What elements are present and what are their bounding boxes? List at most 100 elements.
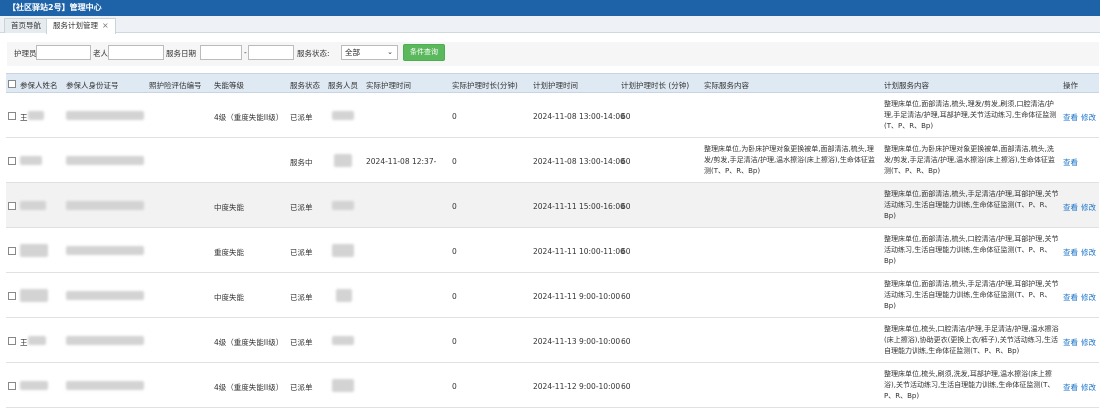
- tab-bar: 首页导航 服务计划管理 ×: [0, 16, 1100, 34]
- plan-time: 2024-11-13 9:00-10:00: [533, 337, 621, 346]
- redacted-id: [66, 246, 144, 255]
- redacted-staff: [334, 154, 352, 167]
- row-checkbox[interactable]: [8, 247, 16, 255]
- col-insured-name: 参保人姓名: [20, 81, 58, 90]
- table-row: 王 4级（重度失能II级） 已派单 0 2024-11-13 9:00-10:0…: [6, 318, 1099, 363]
- redacted-id: [66, 381, 144, 390]
- view-link[interactable]: 查看: [1063, 202, 1078, 213]
- redacted-id: [66, 111, 144, 120]
- edit-link[interactable]: 修改: [1081, 202, 1096, 213]
- disability-level: 中度失能: [214, 203, 244, 212]
- actual-duration: 0: [452, 202, 457, 211]
- col-service-status: 服务状态: [290, 81, 320, 90]
- service-status: 已派单: [290, 113, 313, 122]
- col-service-staff: 服务人员: [328, 81, 358, 90]
- service-status: 已派单: [290, 383, 313, 392]
- redacted-name: [20, 244, 48, 257]
- filter-bar: 护理员 老人 服务日期 - 服务状态: 全部 ⌄ 条件查询: [7, 42, 1099, 66]
- redacted-staff: [332, 336, 354, 345]
- plan-duration: 60: [621, 157, 631, 166]
- tab-home-navigation[interactable]: 首页导航: [4, 18, 48, 33]
- redacted-name: [20, 289, 48, 302]
- table-row: 中度失能 已派单 0 2024-11-11 9:00-10:00 60 整理床单…: [6, 273, 1099, 318]
- edit-link[interactable]: 修改: [1081, 112, 1096, 123]
- nurse-label: 护理员: [14, 49, 37, 58]
- plan-duration: 60: [621, 202, 631, 211]
- plan-content: 整理床单位,梳头,刷须,洗发,耳部护理,温水擦浴(床上擦浴),关节活动练习,生活…: [884, 370, 1055, 400]
- date-range-separator: -: [244, 48, 247, 57]
- app-title-bar: 【社区驿站2号】管理中心: [0, 0, 1100, 16]
- status-select-value: 全部: [345, 48, 360, 57]
- actual-duration: 0: [452, 292, 457, 301]
- col-actual-time: 实际护理时间: [366, 81, 411, 90]
- service-status: 已派单: [290, 203, 313, 212]
- col-plan-duration: 计划护理时长 (分钟): [621, 81, 690, 90]
- row-checkbox[interactable]: [8, 337, 16, 345]
- actual-duration: 0: [452, 112, 457, 121]
- col-actual-content: 实际服务内容: [704, 81, 749, 90]
- table-row: 服务中 2024-11-08 12:37- 0 2024-11-08 13:00…: [6, 138, 1099, 183]
- tab-label: 首页导航: [11, 21, 41, 30]
- view-link[interactable]: 查看: [1063, 382, 1078, 393]
- actual-duration: 0: [452, 337, 457, 346]
- plan-duration: 60: [621, 382, 631, 391]
- view-link[interactable]: 查看: [1063, 247, 1078, 258]
- edit-link[interactable]: 修改: [1081, 382, 1096, 393]
- disability-level: 重度失能: [214, 248, 244, 257]
- actual-duration: 0: [452, 247, 457, 256]
- end-date-input[interactable]: [248, 45, 294, 60]
- plan-duration: 60: [621, 112, 631, 121]
- disability-level: 中度失能: [214, 293, 244, 302]
- plan-duration: 60: [621, 337, 631, 346]
- redacted-staff: [332, 244, 354, 257]
- table-row: 中度失能 已派单 0 2024-11-11 15:00-16:00 60 整理床…: [6, 183, 1099, 228]
- plan-time: 2024-11-08 13:00-14:00: [533, 157, 625, 166]
- actual-content: 整理床单位,为卧床护理对象更换被单,面部清洁,梳头,理发/剪发,手足清洁/护理,…: [704, 145, 875, 175]
- redacted-id: [66, 201, 144, 210]
- row-checkbox[interactable]: [8, 382, 16, 390]
- plan-time: 2024-11-11 10:00-11:00: [533, 247, 625, 256]
- view-link[interactable]: 查看: [1063, 292, 1078, 303]
- tab-service-plan-management[interactable]: 服务计划管理 ×: [46, 18, 116, 34]
- tab-label: 服务计划管理: [53, 21, 98, 30]
- close-icon[interactable]: ×: [102, 21, 109, 30]
- table-header: 参保人姓名 参保人身份证号 照护险评估编号 失能等级 服务状态 服务人员 实际护…: [6, 73, 1099, 93]
- disability-level: 4级（重度失能II级）: [214, 113, 284, 122]
- service-status: 服务中: [290, 158, 313, 167]
- row-checkbox[interactable]: [8, 292, 16, 300]
- disability-level: 4级（重度失能II级）: [214, 383, 284, 392]
- edit-link[interactable]: 修改: [1081, 292, 1096, 303]
- redacted-staff: [332, 111, 354, 120]
- redacted-id: [66, 336, 144, 345]
- col-plan-time: 计划护理时间: [533, 81, 578, 90]
- col-insured-id: 参保人身份证号: [66, 81, 119, 90]
- status-select[interactable]: 全部 ⌄: [341, 45, 398, 60]
- plan-duration: 60: [621, 292, 631, 301]
- plan-time: 2024-11-11 15:00-16:00: [533, 202, 625, 211]
- redacted-name: [28, 111, 44, 120]
- start-date-input[interactable]: [200, 45, 242, 60]
- col-assessment-no: 照护险评估编号: [149, 81, 202, 90]
- plan-time: 2024-11-12 9:00-10:00: [533, 382, 621, 391]
- select-all-checkbox[interactable]: [8, 80, 16, 88]
- row-checkbox[interactable]: [8, 202, 16, 210]
- nurse-input[interactable]: [36, 45, 91, 60]
- edit-link[interactable]: 修改: [1081, 247, 1096, 258]
- edit-link[interactable]: 修改: [1081, 337, 1096, 348]
- disability-level: 4级（重度失能II级）: [214, 338, 284, 347]
- plan-content: 整理床单位,梳头,口腔清洁/护理,手足清洁/护理,温水擦浴(床上擦浴),协助更衣…: [884, 325, 1059, 355]
- elder-input[interactable]: [108, 45, 164, 60]
- redacted-staff: [332, 379, 354, 392]
- plan-content: 整理床单位,为卧床护理对象更换被单,面部清洁,梳头,洗发/剪发,手足清洁/护理,…: [884, 145, 1055, 175]
- view-link[interactable]: 查看: [1063, 157, 1078, 168]
- view-link[interactable]: 查看: [1063, 112, 1078, 123]
- row-checkbox[interactable]: [8, 157, 16, 165]
- redacted-staff: [332, 201, 354, 210]
- col-actions: 操作: [1063, 81, 1078, 90]
- plan-content: 整理床单位,面部清洁,梳头,手足清洁/护理,耳部护理,关节活动练习,生活自理能力…: [884, 190, 1059, 220]
- view-link[interactable]: 查看: [1063, 337, 1078, 348]
- service-status: 已派单: [290, 248, 313, 257]
- redacted-name: [20, 201, 46, 210]
- row-checkbox[interactable]: [8, 112, 16, 120]
- query-button[interactable]: 条件查询: [403, 44, 445, 61]
